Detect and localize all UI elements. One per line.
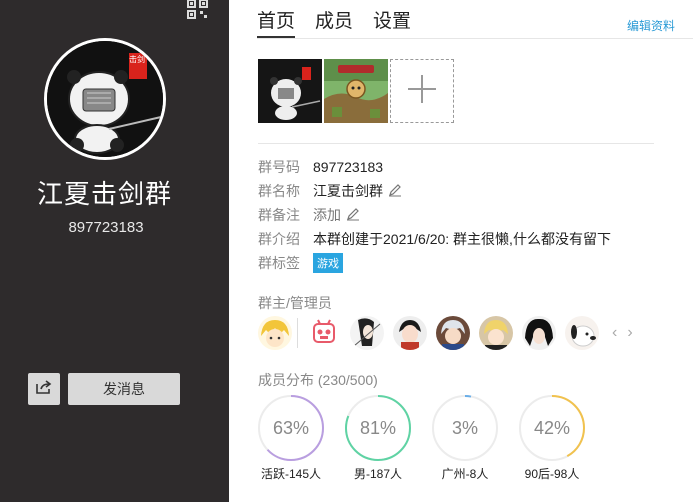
- info-row-tags: 群标签 游戏: [258, 251, 611, 275]
- qr-code-icon[interactable]: [187, 0, 209, 20]
- group-photos: [258, 59, 454, 123]
- send-message-button[interactable]: 发消息: [68, 373, 180, 405]
- pencil-icon[interactable]: [388, 183, 402, 200]
- distribution-percent: 42%: [533, 418, 571, 438]
- plus-icon: [406, 73, 438, 110]
- avatar-stamp-text: 击剑: [129, 55, 145, 64]
- admin-avatar[interactable]: [350, 316, 384, 350]
- chevron-right-icon[interactable]: ›: [627, 324, 632, 342]
- distribution-ring: 81%: [343, 393, 413, 463]
- group-photo-1[interactable]: [258, 59, 322, 123]
- group-name-value: 江夏击剑群: [313, 183, 383, 199]
- admin-avatar[interactable]: [565, 316, 599, 350]
- admins-title: 群主/管理员: [258, 295, 332, 311]
- admin-avatar[interactable]: [393, 316, 427, 350]
- group-profile-sidebar: 击剑 江夏击剑群 897723183 发消息: [0, 0, 229, 502]
- distribution-label: 男-187人: [353, 467, 403, 481]
- admin-avatar[interactable]: [522, 316, 556, 350]
- info-row-name: 群名称 江夏击剑群: [258, 179, 611, 203]
- group-remark-label: 群备注: [258, 207, 300, 223]
- info-row-intro: 群介绍 本群创建于2021/6/20: 群主很懒,什么都没有留下: [258, 227, 611, 251]
- group-number-value: 897723183: [313, 159, 384, 175]
- distribution-item: 81% 男-187人: [343, 393, 430, 482]
- group-tags-label: 群标签: [258, 255, 300, 271]
- distribution-ring: 63%: [256, 393, 326, 463]
- group-info: 群号码 897723183 群名称 江夏击剑群 群备注 添加 群介绍 本群创建于…: [258, 155, 611, 275]
- share-icon: [36, 379, 52, 399]
- distribution-label: 广州-8人: [441, 467, 489, 481]
- edit-profile-link[interactable]: 编辑资料: [627, 17, 675, 34]
- share-button[interactable]: [28, 373, 60, 405]
- group-intro-label: 群介绍: [258, 231, 300, 247]
- group-photo-2[interactable]: [324, 59, 388, 123]
- group-id: 897723183: [68, 219, 144, 236]
- distribution-ring: 3%: [430, 393, 500, 463]
- add-photo-button[interactable]: [390, 59, 454, 123]
- tab-members[interactable]: 成员: [315, 6, 353, 38]
- admin-avatar[interactable]: [479, 316, 513, 350]
- section-divider: [258, 143, 654, 144]
- tab-settings[interactable]: 设置: [373, 6, 411, 38]
- distribution-item: 42% 90后-98人: [517, 393, 604, 482]
- info-row-remark: 群备注 添加: [258, 203, 611, 227]
- avatar-separator: [297, 318, 298, 348]
- group-avatar[interactable]: 击剑: [44, 38, 166, 160]
- distribution-percent: 81%: [359, 418, 397, 438]
- distribution-percent: 63%: [272, 418, 310, 438]
- group-intro-value: 本群创建于2021/6/20: 群主很懒,什么都没有留下: [313, 231, 611, 247]
- tab-home[interactable]: 首页: [257, 6, 296, 38]
- distribution-item: 63% 活跃-145人: [256, 393, 343, 482]
- pencil-icon[interactable]: [346, 207, 360, 224]
- distribution-percent: 3%: [451, 418, 478, 438]
- group-tag-badge[interactable]: 游戏: [313, 253, 343, 273]
- info-row-number: 群号码 897723183: [258, 155, 611, 179]
- member-distribution: 63% 活跃-145人 81% 男-187人 3% 广州-8人 42% 90后-98人: [256, 393, 604, 482]
- tabs-divider: [257, 38, 693, 39]
- member-distribution-title: 成员分布 (230/500): [258, 372, 378, 388]
- admin-avatar[interactable]: [436, 316, 470, 350]
- distribution-label: 90后-98人: [524, 467, 580, 481]
- chevron-left-icon[interactable]: ‹: [612, 324, 617, 342]
- group-name-label: 群名称: [258, 183, 300, 199]
- admin-avatar[interactable]: [307, 316, 341, 350]
- top-tabs: 首页 成员 设置: [257, 6, 431, 38]
- add-remark-link[interactable]: 添加: [313, 205, 341, 225]
- admin-avatar[interactable]: [258, 316, 292, 350]
- distribution-label: 活跃-145人: [260, 467, 322, 481]
- distribution-item: 3% 广州-8人: [430, 393, 517, 482]
- group-number-label: 群号码: [258, 159, 300, 175]
- admins-list: ‹ ›: [258, 316, 639, 350]
- group-name-title: 江夏击剑群: [36, 179, 172, 209]
- distribution-ring: 42%: [517, 393, 587, 463]
